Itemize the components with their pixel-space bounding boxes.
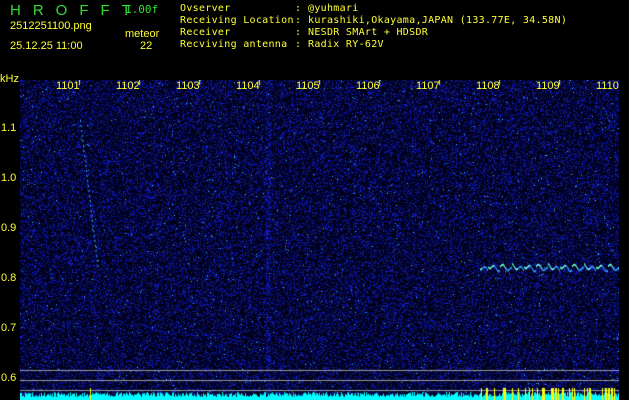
x-tick-label: 1107 [416, 80, 440, 92]
x-tick-label: 1105 [296, 80, 320, 92]
y-tick-label: 0.8 [1, 272, 17, 284]
datetime-label: 25.12.25 11:00 [10, 40, 83, 52]
info-colon: : [295, 15, 302, 26]
info-value: kurashiki,Okayama,JAPAN (133.77E, 34.58N… [308, 15, 568, 26]
x-tick-label: 1103 [176, 80, 200, 92]
info-label: Receiver [180, 27, 231, 38]
info-row: Recviving antenna: Radix RY-62V [180, 39, 384, 50]
app-logo: HROFFT [10, 2, 143, 19]
x-tick-label: 1109 [536, 80, 560, 92]
info-label: Receiving Location [180, 15, 294, 26]
info-row: Receiving Location: kurashiki,Okayama,JAP… [180, 15, 567, 26]
y-unit-label: kHz [0, 73, 19, 85]
x-tick-label: 1102 [116, 80, 140, 92]
x-tick-label: 1104 [236, 80, 260, 92]
x-tick-label: 1106 [356, 80, 380, 92]
x-tick-label: 1101 [56, 80, 80, 92]
x-tick-label: 1110 [596, 80, 619, 92]
meteor-count: 22 [140, 40, 153, 52]
info-colon: : [295, 39, 302, 50]
meteor-label: meteor [125, 28, 160, 40]
y-tick-label: 1.1 [1, 122, 17, 134]
info-value: Radix RY-62V [308, 39, 384, 50]
spectrogram [20, 80, 619, 400]
info-row: Ovserver: @yuhmari [180, 3, 358, 14]
y-tick-label: 0.9 [1, 222, 17, 234]
version-label: 1.00f [125, 3, 159, 16]
info-colon: : [295, 27, 302, 38]
x-tick-label: 1108 [476, 80, 500, 92]
info-value: NESDR SMArt + HDSDR [308, 27, 429, 38]
info-value: @yuhmari [308, 3, 359, 14]
info-row: Receiver: NESDR SMArt + HDSDR [180, 27, 428, 38]
y-tick-label: 1.0 [1, 172, 17, 184]
filename-label: 2512251100.png [10, 20, 92, 32]
info-colon: : [295, 3, 302, 14]
y-tick-label: 0.6 [1, 372, 17, 384]
y-tick-label: 0.7 [1, 322, 17, 334]
info-label: Ovserver [180, 3, 231, 14]
info-label: Recviving antenna [180, 39, 288, 50]
